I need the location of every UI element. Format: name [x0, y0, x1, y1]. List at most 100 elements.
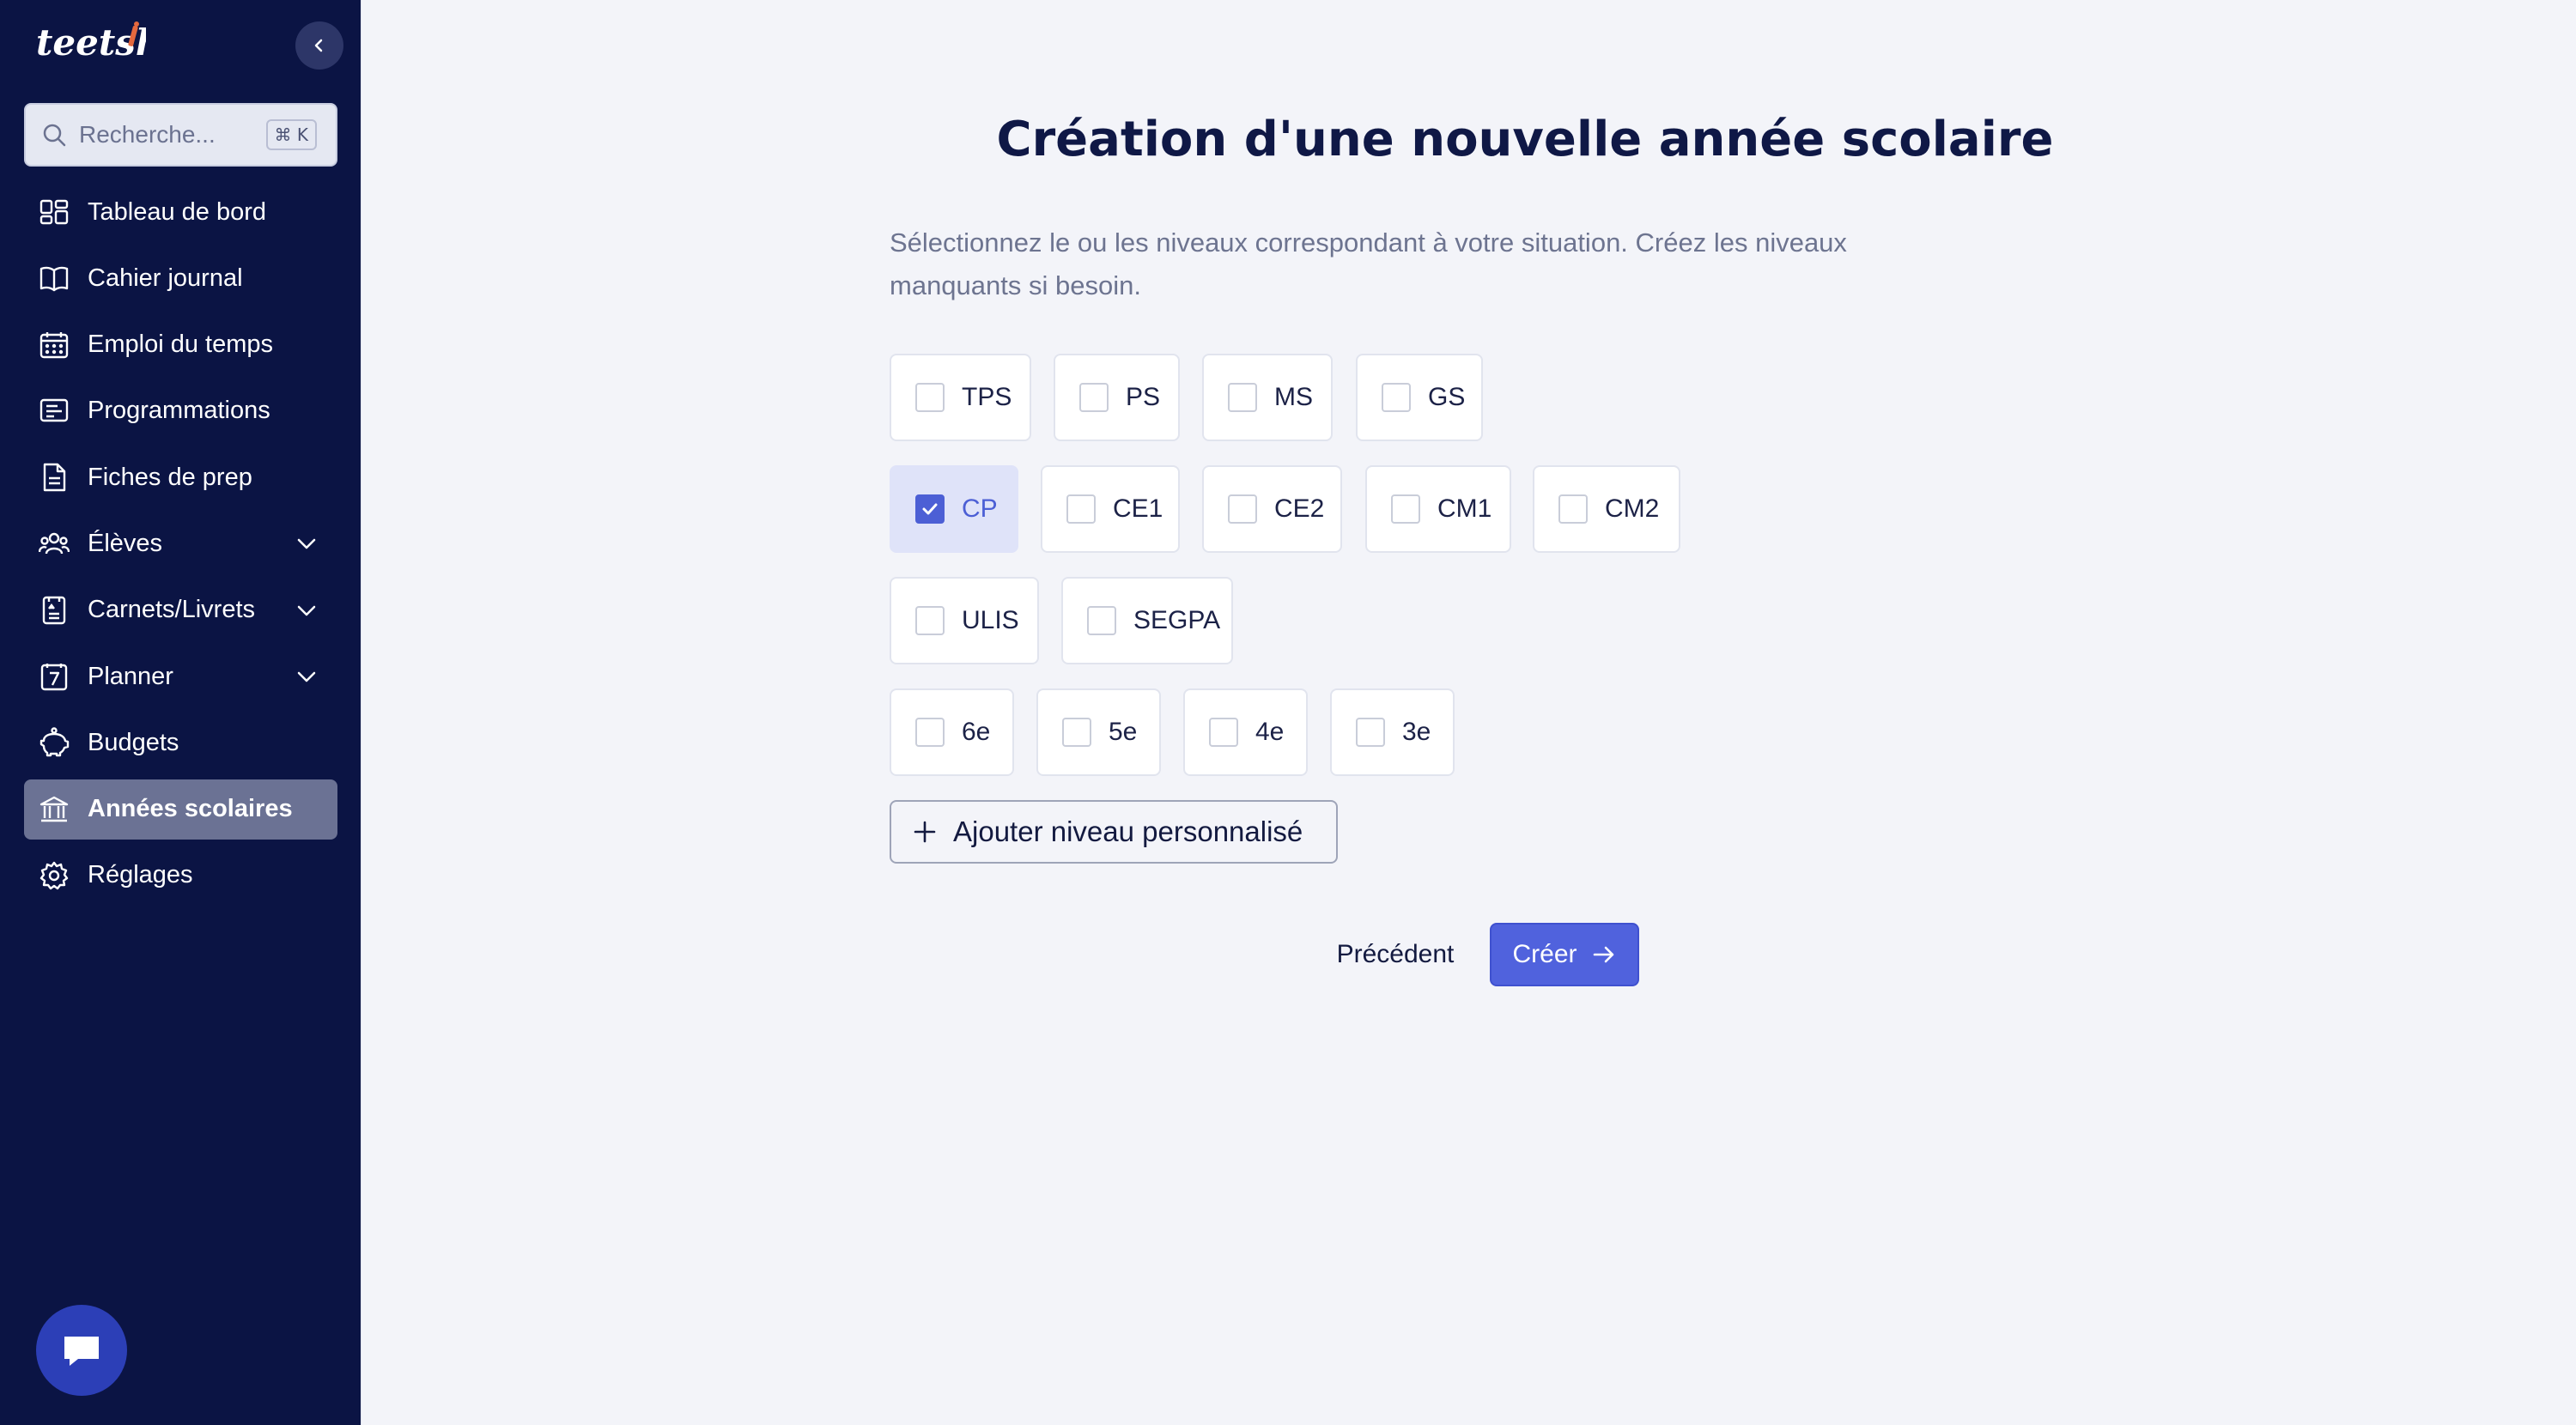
sidebar-item-eleves[interactable]: Élèves [24, 513, 337, 573]
checkbox[interactable] [1066, 494, 1096, 524]
create-button[interactable]: Créer [1490, 923, 1639, 986]
sidebar-item-planner[interactable]: Planner [24, 646, 337, 706]
sidebar-item-cahier-journal[interactable]: Cahier journal [24, 248, 337, 308]
sidebar-item-label: Années scolaires [88, 795, 293, 823]
level-label: 6e [962, 718, 991, 746]
level-option-ce1[interactable]: CE1 [1041, 465, 1180, 553]
previous-button[interactable]: Précédent [1316, 931, 1474, 979]
checkbox[interactable] [915, 718, 945, 747]
keyboard-shortcut-badge: ⌘ K [265, 119, 317, 150]
collapse-sidebar-button[interactable] [295, 21, 343, 70]
level-option-ms[interactable]: MS [1202, 354, 1333, 441]
checkbox[interactable] [915, 383, 945, 412]
teetshi-logo[interactable]: teetsh [34, 17, 146, 74]
level-option-5e[interactable]: 5e [1036, 688, 1161, 776]
page-title: Création d'une nouvelle année scolaire [996, 112, 2054, 167]
level-label: CE1 [1113, 494, 1163, 523]
sidebar-item-tableau-de-bord[interactable]: Tableau de bord [24, 182, 337, 242]
level-label: CP [962, 494, 998, 523]
users-icon [38, 527, 70, 560]
sidebar-item-budgets[interactable]: Budgets [24, 712, 337, 773]
sidebar-item-programmations[interactable]: Programmations [24, 381, 337, 441]
piggy-bank-icon [38, 726, 70, 759]
level-option-gs[interactable]: GS [1356, 354, 1483, 441]
search-input[interactable] [79, 121, 259, 149]
sidebar-item-annees-scolaires[interactable]: Années scolaires [24, 779, 337, 840]
notebook-icon [38, 594, 70, 627]
gear-icon [38, 859, 70, 892]
level-label: GS [1428, 383, 1466, 411]
sidebar-item-label: Budgets [88, 728, 179, 756]
chevron-down-icon [297, 539, 316, 549]
level-label: 4e [1255, 718, 1285, 746]
sidebar-item-label: Fiches de prep [88, 463, 252, 491]
checkbox[interactable] [1079, 383, 1109, 412]
level-option-cm1[interactable]: CM1 [1365, 465, 1511, 553]
sidebar-item-reglages[interactable]: Réglages [24, 846, 337, 906]
sidebar-item-label: Tableau de bord [88, 197, 266, 226]
sidebar-item-label: Programmations [88, 397, 270, 425]
sidebar-item-label: Planner [88, 662, 173, 690]
checkbox[interactable] [1356, 718, 1385, 747]
sidebar: teetsh ⌘ K Tableau de bord [0, 0, 361, 1425]
school-icon [38, 793, 70, 826]
page-subtitle: Sélectionnez le ou les niveaux correspon… [890, 227, 1847, 300]
arrow-right-icon [1593, 946, 1613, 963]
checkbox[interactable] [1391, 494, 1420, 524]
level-option-cp[interactable]: CP [890, 465, 1018, 553]
search-icon [43, 124, 66, 147]
plus-icon [914, 821, 936, 843]
checkbox-checked[interactable] [915, 494, 945, 524]
level-option-ps[interactable]: PS [1054, 354, 1180, 441]
sidebar-item-label: Carnets/Livrets [88, 596, 256, 624]
chat-icon [64, 1337, 99, 1366]
chevron-down-icon [297, 671, 316, 682]
checkbox[interactable] [1228, 494, 1257, 524]
sidebar-item-emploi-du-temps[interactable]: Emploi du temps [24, 315, 337, 375]
chat-support-button[interactable] [36, 1305, 127, 1396]
book-icon [38, 262, 70, 294]
sidebar-nav: Tableau de bord Cahier journal Emploi du… [24, 182, 337, 912]
level-label: PS [1126, 383, 1161, 411]
chevron-down-icon [297, 605, 316, 616]
level-option-ulis[interactable]: ULIS [890, 577, 1039, 664]
level-label: MS [1274, 383, 1313, 411]
add-custom-level-button[interactable]: Ajouter niveau personnalisé [890, 800, 1338, 864]
main-content: Création d'une nouvelle année scolaire S… [361, 0, 2576, 1425]
level-option-segpa[interactable]: SEGPA [1061, 577, 1233, 664]
sidebar-item-label: Réglages [88, 861, 193, 889]
level-label: CM1 [1437, 494, 1492, 523]
sidebar-item-fiches-de-prep[interactable]: Fiches de prep [24, 447, 337, 507]
search-box[interactable]: ⌘ K [24, 103, 337, 167]
checkbox[interactable] [1087, 606, 1116, 635]
sidebar-item-label: Cahier journal [88, 264, 243, 292]
level-option-6e[interactable]: 6e [890, 688, 1014, 776]
sidebar-item-label: Élèves [88, 529, 163, 557]
dashboard-icon [38, 196, 70, 228]
add-custom-level-label: Ajouter niveau personnalisé [953, 816, 1303, 847]
create-button-label: Créer [1512, 940, 1577, 968]
checkmark-icon [922, 503, 938, 515]
level-label: TPS [962, 383, 1012, 411]
level-label: 3e [1402, 718, 1431, 746]
level-option-cm2[interactable]: CM2 [1533, 465, 1680, 553]
level-option-ce2[interactable]: CE2 [1202, 465, 1342, 553]
sidebar-item-label: Emploi du temps [88, 330, 273, 359]
programmations-icon [38, 395, 70, 428]
checkbox[interactable] [1228, 383, 1257, 412]
checkbox[interactable] [915, 606, 945, 635]
level-option-tps[interactable]: TPS [890, 354, 1031, 441]
planner-icon [38, 660, 70, 693]
chevron-left-icon [314, 39, 323, 52]
level-option-4e[interactable]: 4e [1183, 688, 1308, 776]
level-label: CE2 [1274, 494, 1325, 523]
level-label: SEGPA [1133, 606, 1221, 634]
checkbox[interactable] [1209, 718, 1238, 747]
checkbox[interactable] [1062, 718, 1091, 747]
document-icon [38, 461, 70, 494]
checkbox[interactable] [1558, 494, 1588, 524]
checkbox[interactable] [1382, 383, 1411, 412]
level-option-3e[interactable]: 3e [1330, 688, 1455, 776]
sidebar-item-carnets-livrets[interactable]: Carnets/Livrets [24, 580, 337, 640]
level-label: 5e [1109, 718, 1138, 746]
